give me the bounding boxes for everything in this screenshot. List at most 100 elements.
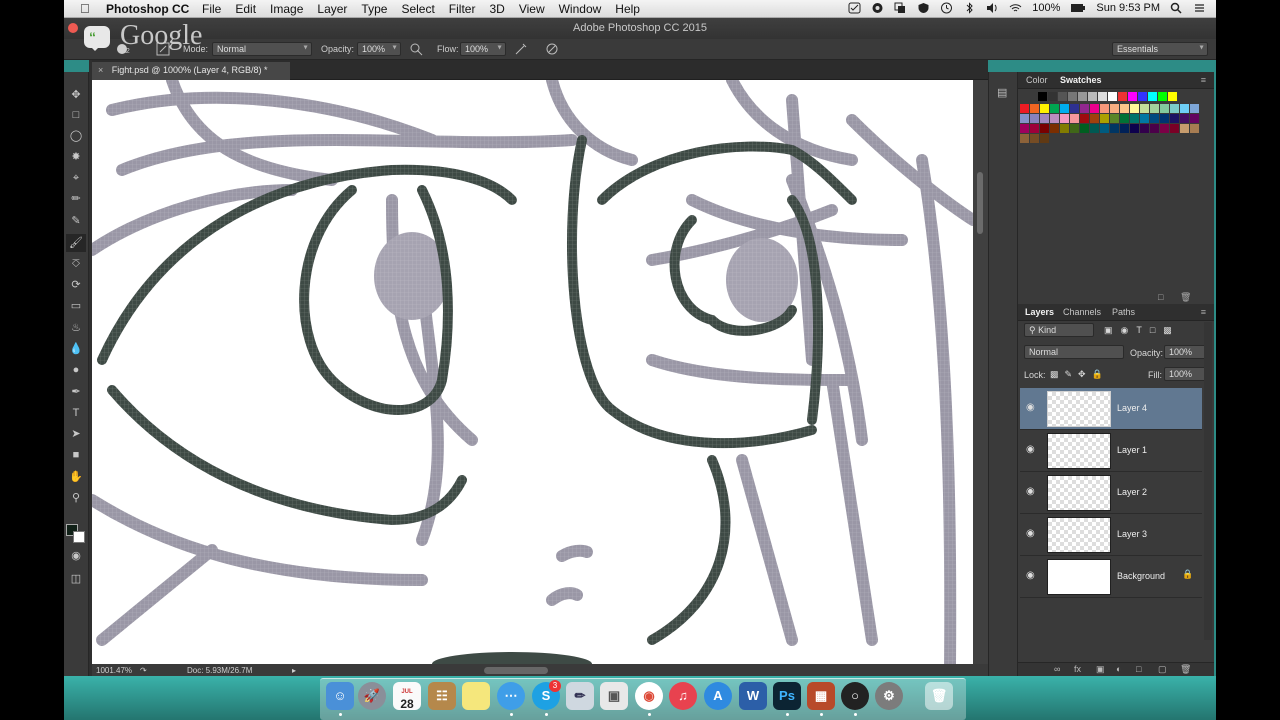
tab-channels[interactable]: Channels [1063,307,1101,317]
rectangle-tool-icon[interactable]: ■ [66,446,86,464]
photo-viewer-icon[interactable]: ▣ [600,682,628,710]
visibility-eye-icon[interactable]: ◉ [1026,402,1038,414]
system-preferences-icon[interactable]: ⚙ [875,682,903,710]
document-tab[interactable]: × Fight.psd @ 1000% (Layer 4, RGB/8) * [92,62,290,80]
preview-icon[interactable]: ✏ [566,682,594,710]
color-swatch[interactable] [1180,124,1189,133]
layer-row[interactable]: ◉ Layer 4 [1020,388,1202,430]
pen-tool-icon[interactable]: ✒ [66,383,86,401]
lock-options-icons[interactable]: ▩✎✥🔒 [1050,369,1109,380]
color-swatch[interactable] [1020,114,1029,123]
adjustment-layer-icon[interactable]: ◐ [1116,664,1121,674]
app-name[interactable]: Photoshop CC [106,2,189,16]
screen-mode-icon[interactable]: ◫ [66,570,86,588]
color-swatch[interactable] [1100,104,1109,113]
color-swatch[interactable] [1060,124,1069,133]
tab-paths[interactable]: Paths [1112,307,1135,317]
color-swatch[interactable] [1040,134,1049,143]
color-swatch[interactable] [1040,114,1049,123]
itunes-icon[interactable]: ♫ [669,682,697,710]
export-icon[interactable]: ↷ [140,666,147,675]
eyedropper-tool-icon[interactable]: ✏ [66,190,86,208]
color-swatch[interactable] [1078,92,1087,101]
opacity-input[interactable]: 100% [357,42,401,56]
tab-layers[interactable]: Layers [1025,307,1054,317]
color-swatch[interactable] [1170,124,1179,133]
word-icon[interactable]: W [739,682,767,710]
pressure-size-icon[interactable] [545,42,559,56]
spotlight-search-icon[interactable] [1170,2,1183,14]
color-swatch[interactable] [1120,114,1129,123]
color-swatch[interactable] [1060,114,1069,123]
background-color-swatch[interactable] [73,531,85,543]
menu-help[interactable]: Help [615,2,640,16]
new-group-icon[interactable]: □ [1136,664,1141,674]
color-swatch[interactable] [1110,124,1119,133]
color-swatch[interactable] [1050,114,1059,123]
apple-icon[interactable]:  [80,1,90,16]
color-swatch[interactable] [1160,124,1169,133]
color-swatch[interactable] [1160,114,1169,123]
quick-mask-icon[interactable]: ◉ [66,547,86,565]
layer-mask-icon[interactable]: ▣ [1096,664,1105,675]
color-swatch[interactable] [1120,124,1129,133]
copy-icon[interactable] [894,2,907,14]
path-selection-tool-icon[interactable]: ➤ [66,425,86,443]
color-swatch[interactable] [1130,124,1139,133]
horizontal-scroll-thumb[interactable] [484,667,548,674]
new-swatch-icon[interactable]: □ [1158,292,1163,302]
color-swatch[interactable] [1170,114,1179,123]
menu-view[interactable]: View [519,2,545,16]
color-swatch[interactable] [1030,124,1039,133]
clone-stamp-tool-icon[interactable]: ⎏ [66,255,86,273]
type-tool-icon[interactable]: T [66,404,86,422]
tab-swatches[interactable]: Swatches [1060,75,1102,85]
color-swatch[interactable] [1150,114,1159,123]
color-swatch[interactable] [1058,92,1067,101]
checkmark-icon[interactable] [848,2,861,14]
color-swatch[interactable] [1070,124,1079,133]
color-swatch[interactable] [1048,92,1057,101]
blur-tool-icon[interactable]: 💧 [66,340,86,358]
chrome-icon[interactable]: ◉ [635,682,663,710]
color-swatch[interactable] [1030,134,1039,143]
color-swatch[interactable] [1070,104,1079,113]
finder-icon[interactable]: ☺ [326,682,354,710]
time-machine-icon[interactable] [940,2,953,14]
menu-filter[interactable]: Filter [449,2,476,16]
layer-row[interactable]: ◉ Background 🔒 [1020,556,1202,598]
clock[interactable]: Sun 9:53 PM [1096,2,1160,14]
launchpad-icon[interactable]: 🚀 [358,682,386,710]
visibility-eye-icon[interactable]: ◉ [1026,486,1038,498]
messages-icon[interactable]: ⋯ [497,682,525,710]
pressure-opacity-icon[interactable] [409,42,423,56]
obs-icon[interactable]: ○ [841,682,869,710]
color-swatch[interactable] [1158,92,1167,101]
vertical-scrollbar[interactable] [973,80,988,664]
delete-swatch-icon[interactable]: 🗑 [1180,292,1191,303]
color-swatch[interactable] [1100,124,1109,133]
quick-selection-tool-icon[interactable]: ✸ [66,148,86,166]
color-swatch[interactable] [1140,114,1149,123]
menu-window[interactable]: Window [559,2,602,16]
color-swatch[interactable] [1090,104,1099,113]
status-menu-arrow-icon[interactable]: ▸ [292,666,296,675]
color-swatch[interactable] [1190,124,1199,133]
calendar-icon[interactable]: JUL 28 [393,682,421,710]
color-swatch[interactable] [1190,114,1199,123]
color-swatch[interactable] [1100,114,1109,123]
crop-tool-icon[interactable]: ⌖ [66,169,86,187]
paint-bucket-tool-icon[interactable]: ♨ [66,319,86,337]
color-swatch[interactable] [1080,104,1089,113]
visibility-eye-icon[interactable]: ◉ [1026,570,1038,582]
menu-edit[interactable]: Edit [235,2,256,16]
workspace-select[interactable]: Essentials [1112,42,1208,56]
color-swatch[interactable] [1148,92,1157,101]
parallels-icon[interactable]: ▦ [807,682,835,710]
color-swatch[interactable] [1080,114,1089,123]
eraser-tool-icon[interactable]: ▭ [66,297,86,315]
notification-center-icon[interactable] [1193,2,1206,14]
color-swatch[interactable] [1130,104,1139,113]
menu-layer[interactable]: Layer [317,2,347,16]
zoom-level[interactable]: 1001.47% [96,666,132,675]
